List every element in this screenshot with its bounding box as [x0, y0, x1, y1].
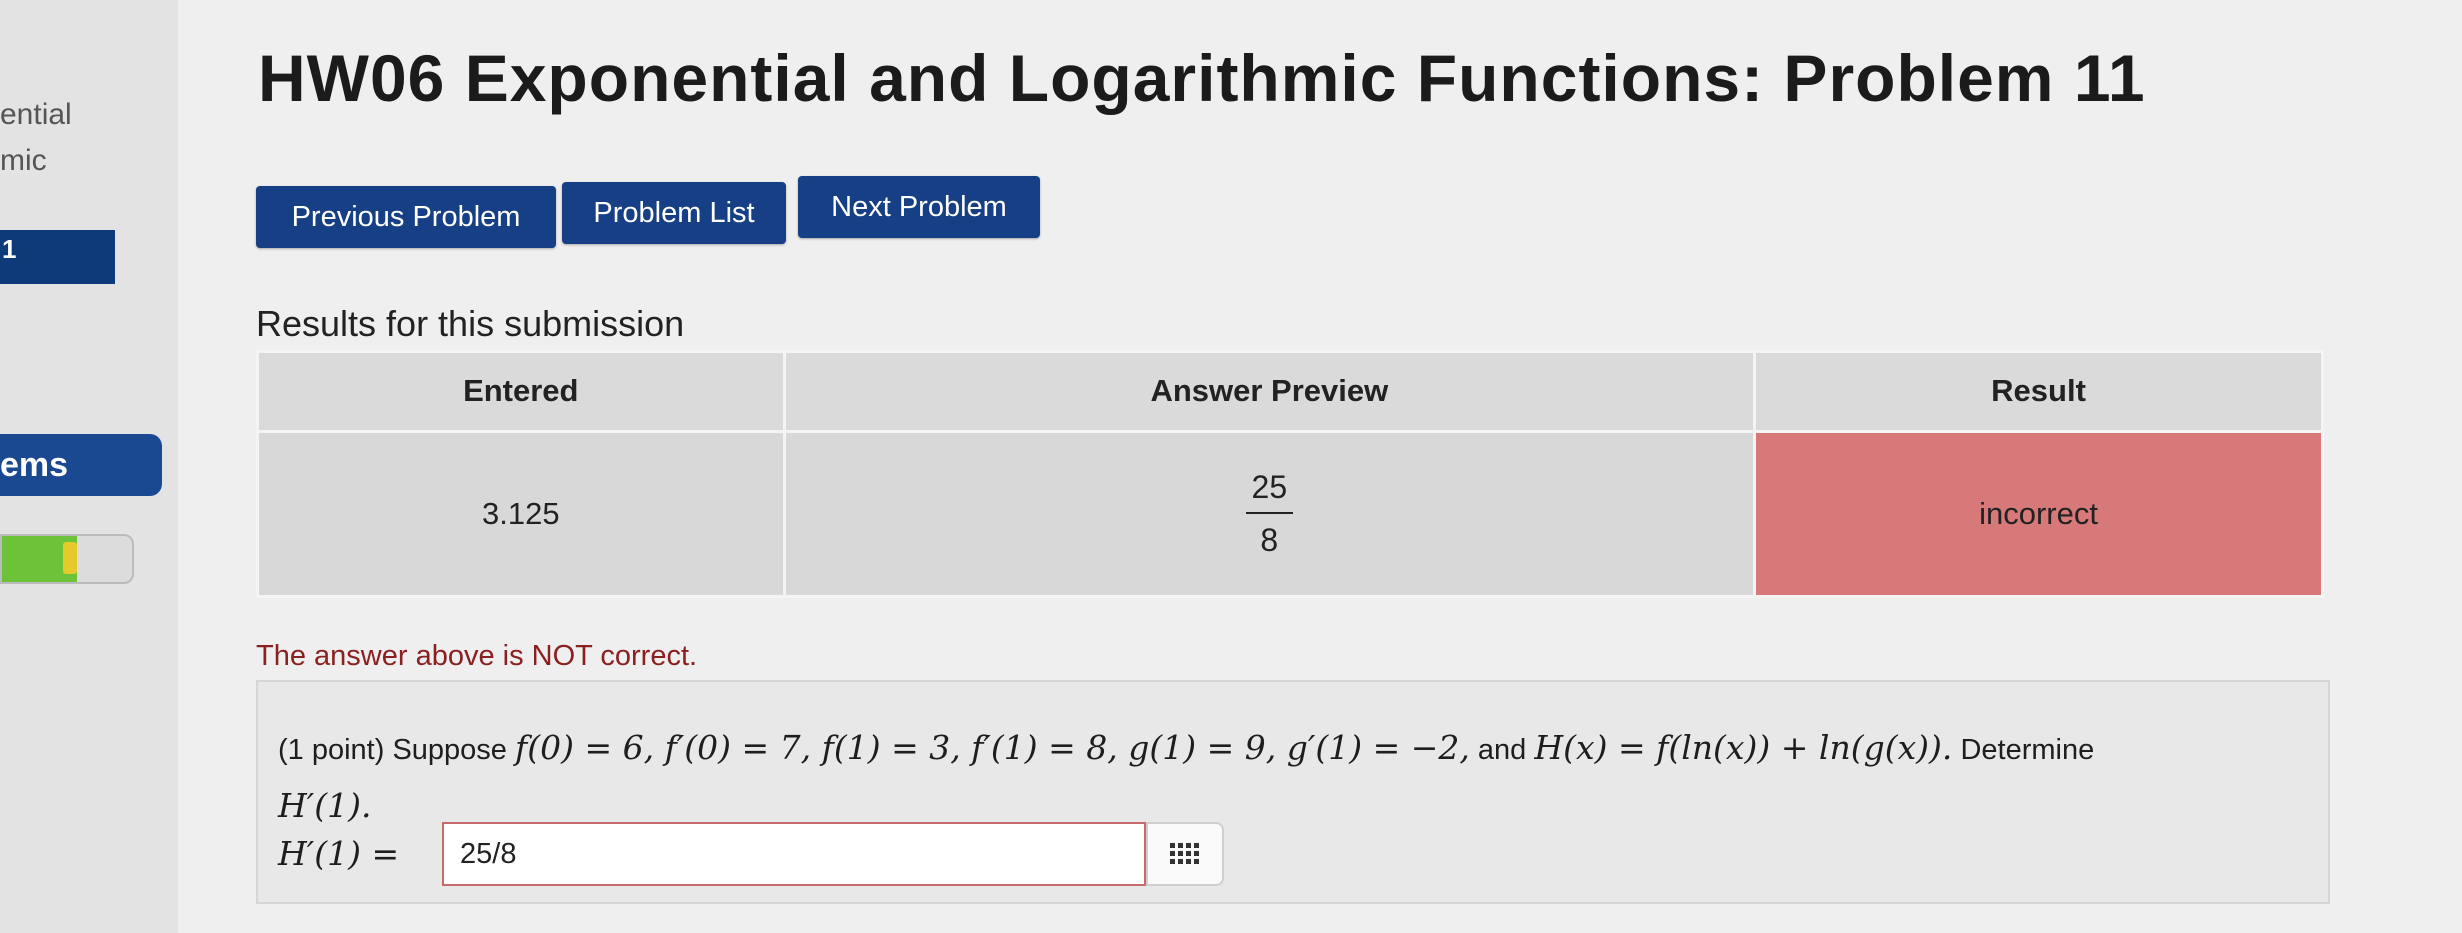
- sidebar-item-problems[interactable]: ems: [0, 434, 162, 496]
- page-title: HW06 Exponential and Logarithmic Functio…: [258, 41, 2146, 115]
- sidebar-partial-text[interactable]: ential: [0, 98, 72, 132]
- table-row: 3.125 25 8 incorrect: [256, 429, 2324, 599]
- column-header-answer-preview: Answer Preview: [782, 350, 1757, 433]
- answer-label: H′(1) =: [278, 834, 400, 873]
- result-status: incorrect: [1753, 429, 2324, 599]
- equation-grid-icon: [1170, 843, 1199, 864]
- problem-list-button[interactable]: Problem List: [562, 182, 786, 244]
- fraction-numerator: 25: [1245, 469, 1294, 514]
- progress-bar: [0, 534, 134, 584]
- previous-problem-button[interactable]: Previous Problem: [256, 186, 556, 248]
- problem-target: H′(1).: [278, 786, 372, 825]
- problem-definition: H(x) = f(ln(x)) + ln(g(x)).: [1534, 728, 1953, 767]
- problem-text: (1 point) Suppose f(0) = 6, f′(0) = 7, f…: [278, 720, 2288, 836]
- equation-editor-button[interactable]: [1146, 822, 1224, 886]
- sidebar-item-label: ems: [0, 446, 69, 484]
- feedback-message: The answer above is NOT correct.: [256, 640, 698, 672]
- results-heading: Results for this submission: [256, 303, 685, 344]
- problem-given-values: f(0) = 6, f′(0) = 7, f(1) = 3, f′(1) = 8…: [515, 728, 1470, 767]
- results-table: Entered Answer Preview Result 3.125 25 8…: [256, 350, 2324, 599]
- problem-statement-box: (1 point) Suppose f(0) = 6, f′(0) = 7, f…: [256, 680, 2330, 904]
- sidebar-active-item-label: 1: [2, 234, 17, 264]
- fraction-denominator: 8: [1260, 521, 1279, 558]
- problem-determine-word: Determine: [1960, 734, 2095, 766]
- problem-points: (1 point) Suppose: [278, 734, 507, 766]
- answer-preview-fraction: 25 8: [1245, 469, 1294, 559]
- column-header-result: Result: [1753, 350, 2324, 433]
- sidebar-partial-text[interactable]: mic: [0, 144, 47, 178]
- answer-preview: 25 8: [782, 429, 1757, 599]
- answer-input[interactable]: [442, 822, 1146, 886]
- sidebar-active-item[interactable]: 1: [0, 230, 115, 284]
- problem-and-word: and: [1477, 734, 1527, 766]
- next-problem-button[interactable]: Next Problem: [798, 176, 1040, 238]
- column-header-entered: Entered: [256, 350, 786, 433]
- left-sidebar: ential mic 1 ems: [0, 0, 178, 933]
- results-header-row: Entered Answer Preview Result: [256, 350, 2324, 433]
- progress-bar-marker: [63, 542, 78, 574]
- entered-value: 3.125: [256, 429, 786, 599]
